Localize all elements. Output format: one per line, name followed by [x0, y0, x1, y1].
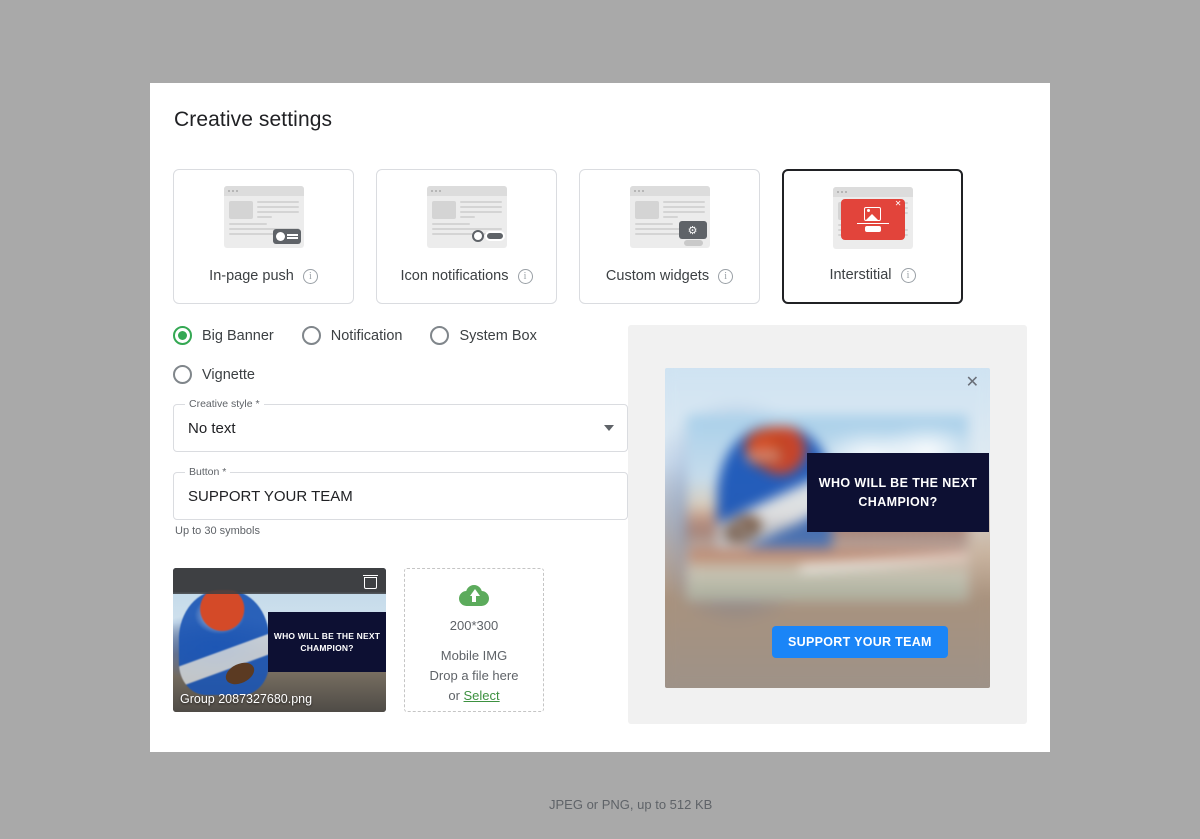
button-text-value: SUPPORT YOUR TEAM	[188, 487, 353, 505]
select-file-link[interactable]: Select	[464, 688, 500, 703]
cloud-upload-icon	[459, 585, 489, 606]
dropzone-title: Mobile IMG	[440, 648, 508, 663]
chevron-down-icon[interactable]	[604, 425, 614, 431]
radio-indicator[interactable]	[173, 326, 192, 345]
creative-style-value: No text	[188, 419, 236, 437]
radio-indicator[interactable]	[173, 365, 192, 384]
format-card-in-page-push[interactable]: In-page push i	[173, 169, 354, 304]
format-card-custom-widgets[interactable]: ⚙ Custom widgets i	[579, 169, 760, 304]
radio-option-system-box[interactable]: System Box	[430, 326, 537, 345]
info-icon[interactable]: i	[302, 268, 318, 284]
uploaded-image-thumbnail[interactable]: WHO WILL BE THE NEXT CHAMPION? Group 208…	[173, 568, 386, 712]
button-text-helper: Up to 30 symbols	[175, 525, 260, 537]
format-card-label: In-page push	[209, 268, 294, 284]
dropzone-dimensions: 200*300	[449, 618, 499, 633]
page-title: Creative settings	[174, 108, 333, 131]
upload-section: WHO WILL BE THE NEXT CHAMPION? Group 208…	[173, 568, 544, 712]
close-icon: ✕	[894, 199, 902, 208]
creative-style-select[interactable]: Creative style * No text	[173, 398, 628, 452]
radio-option-notification[interactable]: Notification	[301, 326, 403, 345]
button-text-legend: Button *	[185, 466, 231, 478]
in-page-push-icon	[223, 186, 304, 248]
creative-style-legend: Creative style *	[185, 398, 264, 410]
format-card-interstitial[interactable]: ✕ Interstitial i	[782, 169, 963, 304]
icon-notifications-icon	[426, 186, 507, 248]
gear-icon: ⚙	[678, 221, 707, 239]
format-card-list: In-page push i Icon notifications i ⚙ Cu…	[173, 169, 963, 304]
thumbnail-toolbar	[173, 568, 386, 594]
creative-form: Big Banner Notification System Box Vigne…	[173, 326, 628, 537]
upload-format-note: JPEG or PNG, up to 512 KB	[549, 797, 713, 812]
format-card-label: Interstitial	[829, 267, 892, 283]
radio-label: Notification	[330, 327, 403, 344]
mobile-image-dropzone[interactable]: 200*300 Mobile IMG Drop a file here or S…	[404, 568, 544, 712]
info-icon[interactable]: i	[900, 267, 916, 283]
thumbnail-overlay-text: WHO WILL BE THE NEXT CHAMPION?	[268, 612, 386, 672]
radio-label: Big Banner	[202, 327, 274, 344]
button-text-input[interactable]: Button * SUPPORT YOUR TEAM	[173, 466, 628, 520]
image-icon	[864, 206, 881, 221]
interstitial-icon: ✕	[832, 187, 913, 249]
dropzone-drop-text: Drop a file here	[429, 668, 519, 683]
custom-widgets-icon: ⚙	[629, 186, 710, 248]
interstitial-ad-preview: WHO WILL BE THE NEXT CHAMPION? SUPPORT Y…	[665, 368, 990, 688]
radio-label: System Box	[459, 327, 537, 344]
creative-settings-panel: Creative settings In-page push i Icon no…	[150, 83, 1050, 812]
format-card-label: Icon notifications	[400, 268, 509, 284]
radio-label: Vignette	[202, 366, 255, 383]
ad-cta-button[interactable]: SUPPORT YOUR TEAM	[772, 626, 948, 658]
radio-option-vignette[interactable]: Vignette	[173, 365, 255, 384]
creative-type-radio-group-row-2: Vignette	[173, 365, 628, 384]
format-card-label: Custom widgets	[605, 268, 710, 284]
dropzone-select-row: or Select	[448, 686, 499, 706]
creative-type-radio-group-row-1: Big Banner Notification System Box	[173, 326, 628, 345]
format-card-icon-notifications[interactable]: Icon notifications i	[376, 169, 557, 304]
close-icon[interactable]: ✕	[966, 375, 979, 391]
thumbnail-filename: Group 2087327680.png	[180, 692, 313, 706]
radio-indicator[interactable]	[430, 326, 450, 345]
ad-headline-box: WHO WILL BE THE NEXT CHAMPION?	[807, 453, 989, 532]
creative-preview-panel: WHO WILL BE THE NEXT CHAMPION? SUPPORT Y…	[628, 325, 1027, 724]
radio-option-big-banner[interactable]: Big Banner	[173, 326, 274, 345]
ad-headline: WHO WILL BE THE NEXT CHAMPION?	[818, 475, 978, 509]
info-icon[interactable]: i	[517, 268, 533, 284]
info-icon[interactable]: i	[718, 268, 734, 284]
dropzone-or-text: or	[448, 688, 464, 703]
trash-icon[interactable]	[363, 574, 378, 589]
radio-indicator[interactable]	[301, 326, 321, 345]
